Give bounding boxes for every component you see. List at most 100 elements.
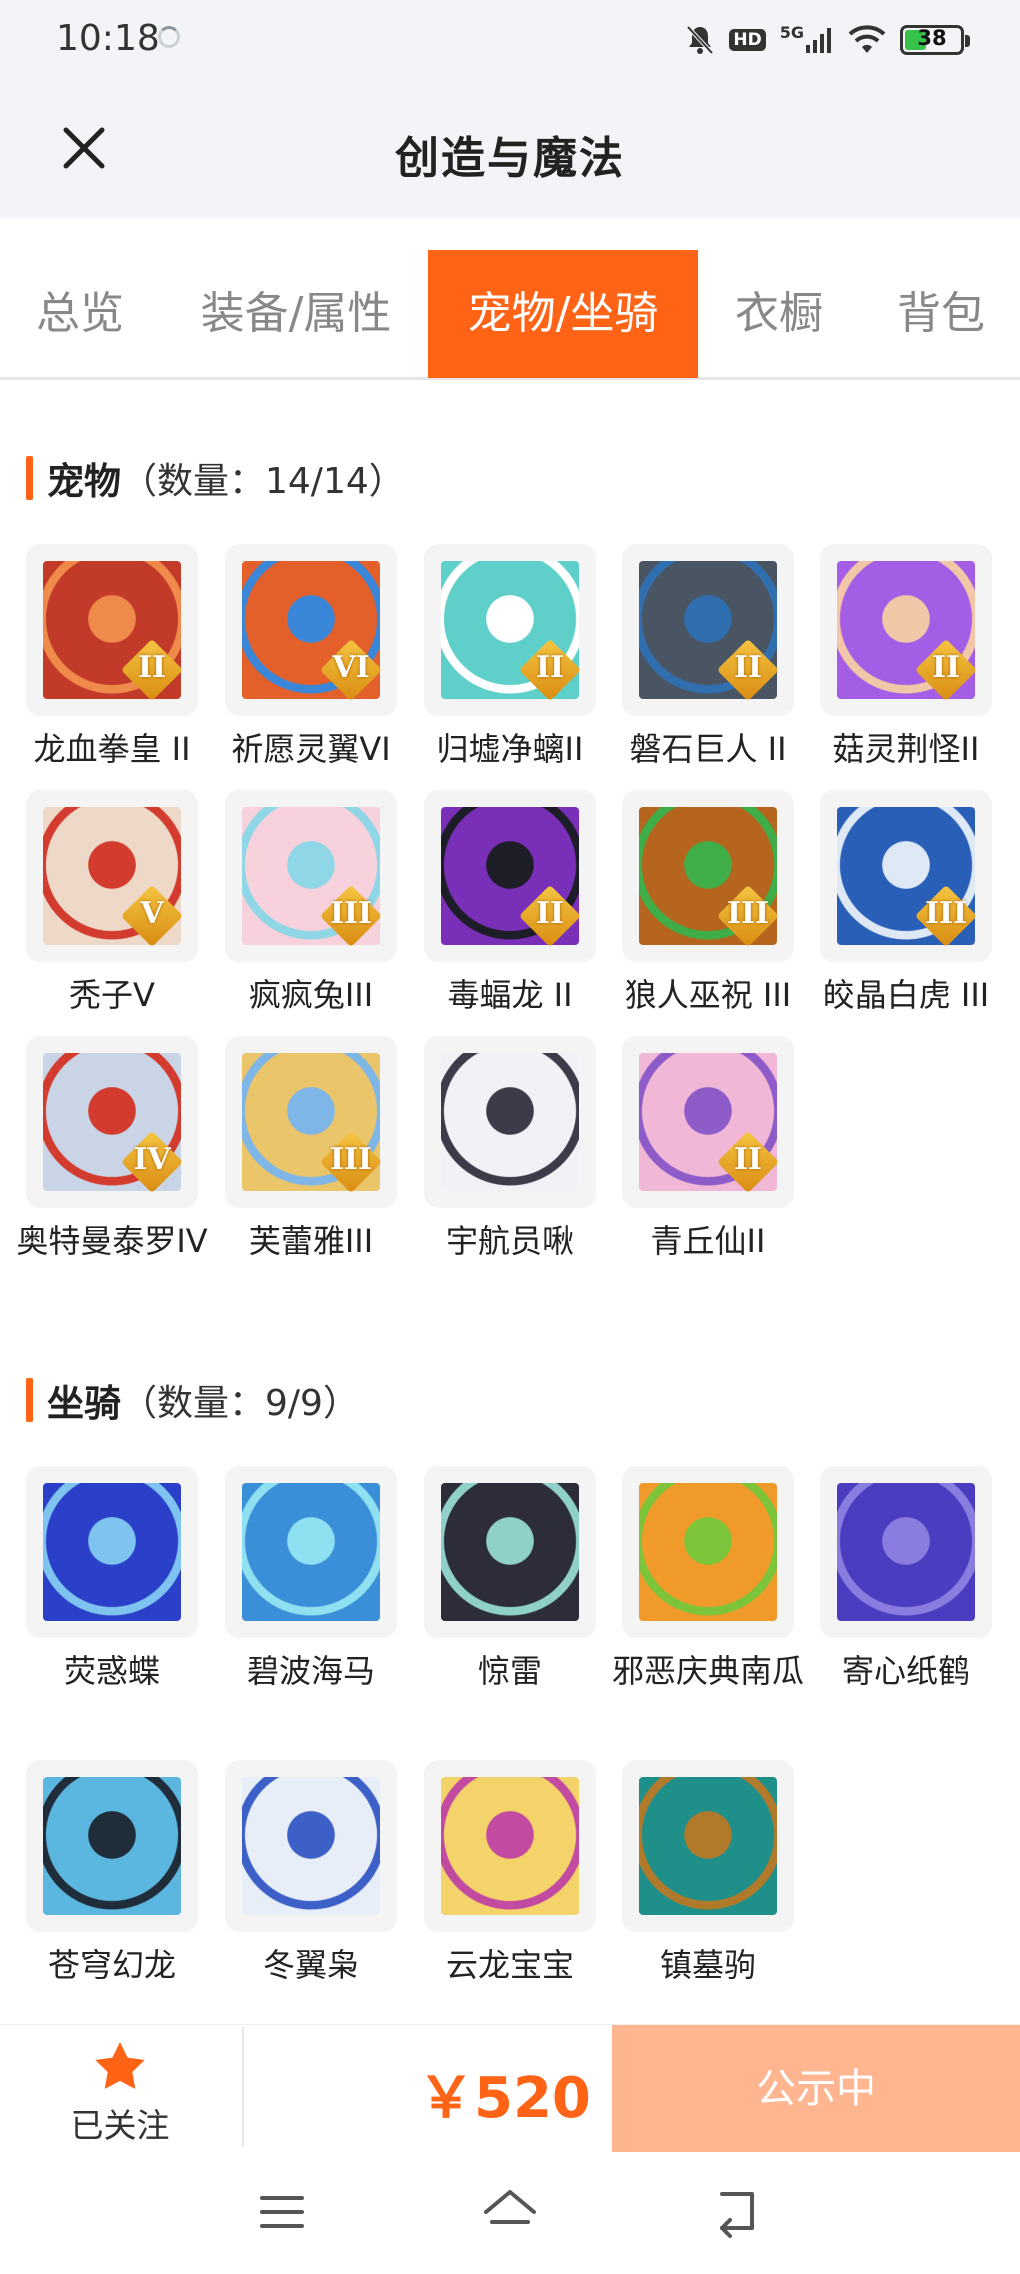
rank-label: II [535,650,565,685]
item-tile: II [622,544,794,716]
item-name: 云龙宝宝 [445,1946,574,1984]
public-display-button[interactable]: 公示中 [612,2025,1020,2153]
item-name: 冬翼枭 [262,1946,359,1984]
mount-item[interactable]: 荧惑蝶 [26,1466,198,1694]
star-icon [95,2042,145,2089]
pet-item[interactable]: III 皎晶白虎 III [820,790,992,1018]
price: ￥520 [418,2066,591,2131]
item-name: 碧波海马 [246,1652,375,1690]
tab-bar: 总览 装备/属性 宠物/坐骑 衣橱 背包 [0,250,1020,380]
item-name: 归墟净螭II [436,730,584,768]
item-image [242,1483,380,1621]
follow-button[interactable]: 已关注 [40,2039,200,2149]
pet-item[interactable]: II 菇灵荆怪II [820,544,992,772]
rank-badge: III [914,884,978,948]
item-tile [225,1466,397,1638]
tab-equipment-attributes[interactable]: 装备/属性 [172,250,420,378]
pet-item[interactable]: III 疯疯兔III [225,790,397,1018]
page-header: 创造与魔法 [0,80,1020,218]
item-image [441,1483,579,1621]
bottom-action-bar: 已关注 ￥520 公示中 [0,2024,1020,2153]
item-name: 惊雷 [477,1652,542,1690]
tab-pets-mounts[interactable]: 宠物/坐骑 [428,250,698,378]
pet-item[interactable]: IV 奥特曼泰罗IV [16,1036,208,1264]
item-image [441,1053,579,1191]
item-tile: II [424,544,596,716]
mount-item[interactable]: 邪恶庆典南瓜 [612,1466,804,1694]
pet-item[interactable]: II 毒蝠龙 II [424,790,596,1018]
hd-icon: HD [729,29,766,51]
battery-icon: 38 [900,25,970,55]
pet-item[interactable]: II 磐石巨人 II [622,544,794,772]
pet-item[interactable]: VI 祈愿灵翼VI [225,544,397,772]
item-image [441,1777,579,1915]
pet-item[interactable]: V 秃子V [26,790,198,1018]
mount-item[interactable]: 惊雷 [424,1466,596,1694]
item-name: 祈愿灵翼VI [231,730,391,768]
rank-label: IV [133,1142,171,1177]
item-image [43,1777,181,1915]
pets-count: （数量：14/14） [121,461,405,502]
item-tile: III [820,790,992,962]
mount-item[interactable]: 云龙宝宝 [424,1760,596,1988]
rank-badge: III [319,884,383,948]
item-tile [622,1760,794,1932]
item-image [242,1777,380,1915]
mount-item[interactable]: 寄心纸鹤 [820,1466,992,1694]
pets-section-title: 宠物 （数量：14/14） [26,454,405,503]
rank-label: III [329,1142,373,1177]
home-icon[interactable] [480,2182,540,2242]
item-name: 宇航员啾 [445,1222,574,1260]
back-icon[interactable] [708,2182,768,2242]
item-tile: III [225,790,397,962]
status-time: 10:18 [56,18,160,59]
item-name: 寄心纸鹤 [841,1652,970,1690]
mounts-title: 坐骑 [47,1382,121,1425]
rank-label: V [140,896,164,931]
mount-item[interactable]: 镇墓驹 [622,1760,794,1988]
rank-badge: II [914,638,978,702]
divider [242,2027,244,2147]
item-image [639,1483,777,1621]
item-tile [424,1036,596,1208]
rank-label: II [137,650,167,685]
rank-label: III [726,896,770,931]
pet-item[interactable]: III 芙蕾雅III [225,1036,397,1264]
mounts-section-title: 坐骑 （数量：9/9） [26,1376,359,1425]
rank-label: II [931,650,961,685]
item-tile: VI [225,544,397,716]
section-accent-bar [26,456,33,500]
network-type: 5G [779,22,804,42]
pet-item[interactable]: II 归墟净螭II [424,544,596,772]
pet-item[interactable]: II 龙血拳皇 II [26,544,198,772]
rank-badge: II [716,1130,780,1194]
rank-badge: III [716,884,780,948]
item-name: 毒蝠龙 II [447,976,573,1014]
item-name: 荧惑蝶 [63,1652,160,1690]
item-name: 苍穹幻龙 [47,1946,176,1984]
status-bar: 10:18 HD 5G 38 [0,0,1020,80]
pet-item[interactable]: III 狼人巫祝 III [622,790,794,1018]
tab-overview[interactable]: 总览 [0,250,160,378]
tab-wardrobe[interactable]: 衣橱 [712,250,846,378]
rank-badge: II [518,884,582,948]
status-icons: HD 5G 38 [685,20,970,60]
item-tile: III [225,1036,397,1208]
mount-item[interactable]: 冬翼枭 [225,1760,397,1988]
item-name: 青丘仙II [650,1222,766,1260]
mount-item[interactable]: 碧波海马 [225,1466,397,1694]
mount-item[interactable]: 苍穹幻龙 [26,1760,198,1988]
item-image [639,1777,777,1915]
pet-item[interactable]: 宇航员啾 [424,1036,596,1264]
rank-label: VI [332,650,370,685]
pet-item[interactable]: II 青丘仙II [622,1036,794,1264]
cellular-signal-icon: 5G [779,22,834,55]
item-tile: V [26,790,198,962]
tab-backpack[interactable]: 背包 [866,250,1016,378]
rank-label: II [535,896,565,931]
pets-title: 宠物 [47,460,121,503]
item-name: 龙血拳皇 II [33,730,191,768]
rank-label: II [733,1142,763,1177]
item-name: 菇灵荆怪II [832,730,980,768]
menu-icon[interactable] [252,2182,312,2242]
